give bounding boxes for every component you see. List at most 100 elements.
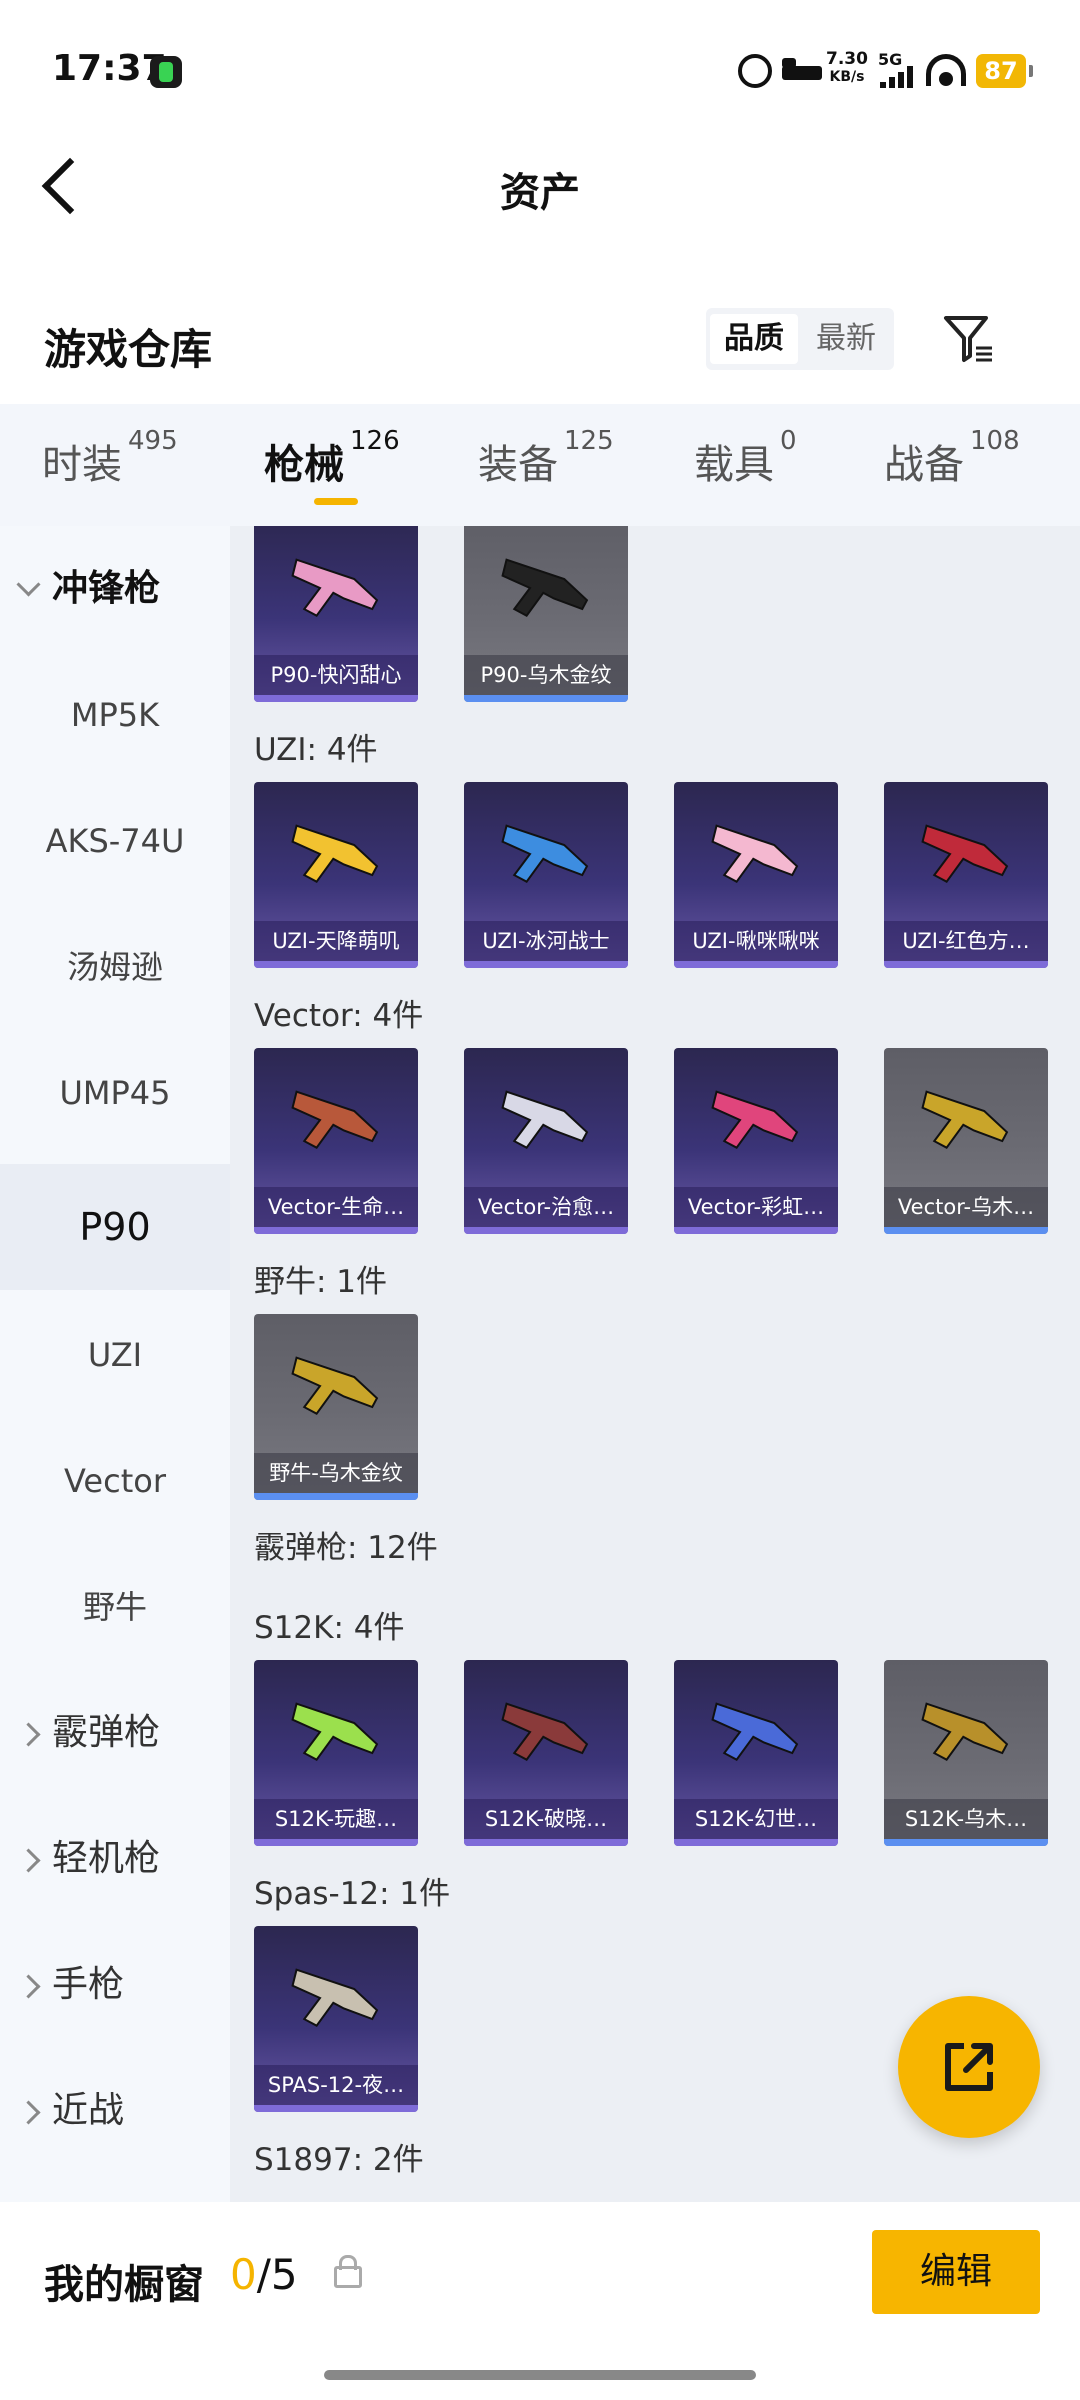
rarity-bar — [254, 961, 418, 968]
net-speed-unit: KB/s — [829, 69, 865, 85]
rarity-bar — [464, 1839, 628, 1846]
edit-button[interactable]: 编辑 — [872, 2230, 1040, 2314]
skin-name: UZI-天降萌叽 — [254, 921, 418, 961]
share-button[interactable] — [898, 1996, 1040, 2138]
tab-label: 战备 — [884, 442, 964, 488]
skin-name: S12K-破晓… — [464, 1799, 628, 1839]
showcase-current: 0 — [230, 2250, 257, 2299]
weapon-skin-image — [291, 1356, 379, 1415]
rarity-bar — [254, 1227, 418, 1234]
section-label: 野牛: 1件 — [254, 1264, 388, 1300]
sidebar-item-p90[interactable]: P90 — [0, 1164, 230, 1290]
tab-count: 495 — [128, 426, 178, 456]
sidebar-group-melee[interactable]: 近战 — [0, 2048, 230, 2174]
sidebar-item-bizon[interactable]: 野牛 — [0, 1544, 230, 1670]
sidebar-item-mp5k[interactable]: MP5K — [0, 652, 230, 778]
share-icon — [945, 2043, 993, 2091]
tab-fashion[interactable]: 时装495 — [42, 426, 178, 490]
skin-card[interactable]: SPAS-12-夜… — [254, 1926, 418, 2112]
skin-card[interactable]: S12K-幻世… — [674, 1660, 838, 1846]
sort-toggle: 品质 最新 — [706, 308, 894, 370]
home-indicator — [324, 2370, 756, 2380]
sidebar-item-vector[interactable]: Vector — [0, 1418, 230, 1544]
weapon-skin-image — [711, 1702, 799, 1761]
tab-equipment[interactable]: 装备125 — [478, 426, 614, 490]
rarity-bar — [254, 1493, 418, 1500]
skin-card[interactable]: UZI-天降萌叽 — [254, 782, 418, 968]
sidebar-item-thompson[interactable]: 汤姆逊 — [0, 904, 230, 1030]
section-label: S1897: 2件 — [254, 2142, 424, 2178]
net-speed: 7.30 KB/s — [826, 50, 868, 86]
skin-name: Vector-乌木… — [884, 1187, 1048, 1227]
rarity-bar — [464, 1227, 628, 1234]
weapon-skin-image — [921, 1702, 1009, 1761]
weapon-skin-image — [291, 1702, 379, 1761]
skin-name: UZI-冰河战士 — [464, 921, 628, 961]
section-label: S12K: 4件 — [254, 1610, 405, 1646]
page-title: 资产 — [500, 170, 580, 216]
skin-card[interactable]: P90-快闪甜心 — [254, 526, 418, 702]
skin-card[interactable]: S12K-破晓… — [464, 1660, 628, 1846]
rarity-bar — [674, 1227, 838, 1234]
skin-name: Vector-彩虹… — [674, 1187, 838, 1227]
chevron-right-icon — [16, 1848, 41, 1873]
skin-card[interactable]: Vector-治愈… — [464, 1048, 628, 1234]
filter-icon — [944, 316, 992, 362]
rarity-bar — [254, 695, 418, 702]
skin-name: S12K-乌木… — [884, 1799, 1048, 1839]
sort-newest-option[interactable]: 最新 — [802, 314, 890, 364]
rarity-bar — [674, 1839, 838, 1846]
skin-card[interactable]: Vector-生命… — [254, 1048, 418, 1234]
sidebar-item-label: 近战 — [52, 2090, 125, 2131]
tab-supplies[interactable]: 战备108 — [884, 426, 1020, 490]
rarity-bar — [674, 961, 838, 968]
skin-name: UZI-红色方… — [884, 921, 1048, 961]
skin-name: S12K-玩趣… — [254, 1799, 418, 1839]
chevron-right-icon — [16, 1722, 41, 1747]
showcase-total: /5 — [256, 2250, 298, 2299]
tab-firearms[interactable]: 枪械126 — [264, 426, 400, 490]
rarity-bar — [254, 1839, 418, 1846]
sidebar-group-smg[interactable]: 冲锋枪 — [0, 526, 230, 652]
sidebar-group-pistol[interactable]: 手枪 — [0, 1922, 230, 2048]
skin-name: UZI-啾咪啾咪 — [674, 921, 838, 961]
sidebar-item-label: 手枪 — [52, 1964, 125, 2005]
skin-card[interactable]: UZI-冰河战士 — [464, 782, 628, 968]
filter-button[interactable] — [940, 310, 1000, 370]
skin-card[interactable]: S12K-乌木… — [884, 1660, 1048, 1846]
weapon-skin-image — [291, 1090, 379, 1149]
section-label: Vector: 4件 — [254, 998, 424, 1034]
sidebar-item-label: 轻机枪 — [52, 1838, 161, 1879]
weapon-skin-image — [291, 824, 379, 883]
skin-name: Vector-治愈… — [464, 1187, 628, 1227]
weapon-skin-image — [501, 1090, 589, 1149]
sidebar-group-shotgun[interactable]: 霰弹枪 — [0, 1670, 230, 1796]
tab-label: 枪械 — [264, 442, 344, 488]
chevron-down-icon — [16, 572, 41, 597]
app-notification-icon — [150, 56, 182, 88]
tab-count: 108 — [970, 426, 1020, 456]
sidebar-item-ump45[interactable]: UMP45 — [0, 1030, 230, 1156]
skin-card[interactable]: Vector-彩虹… — [674, 1048, 838, 1234]
skin-card[interactable]: UZI-红色方… — [884, 782, 1048, 968]
skin-card[interactable]: 野牛-乌木金纹 — [254, 1314, 418, 1500]
section-label: UZI: 4件 — [254, 732, 378, 768]
weapon-skin-image — [291, 1968, 379, 2027]
skin-card[interactable]: P90-乌木金纹 — [464, 526, 628, 702]
net-speed-value: 7.30 — [826, 49, 868, 69]
wifi-icon — [926, 54, 966, 86]
warehouse-title: 游戏仓库 — [44, 325, 213, 374]
sidebar-item-label: 冲锋枪 — [52, 568, 161, 609]
skin-card[interactable]: UZI-啾咪啾咪 — [674, 782, 838, 968]
section-label: 霰弹枪: 12件 — [254, 1530, 438, 1566]
sidebar-item-aks74u[interactable]: AKS-74U — [0, 778, 230, 904]
showcase-label: 我的橱窗 — [44, 2262, 204, 2308]
skin-card[interactable]: Vector-乌木… — [884, 1048, 1048, 1234]
sidebar-group-lmg[interactable]: 轻机枪 — [0, 1796, 230, 1922]
skin-card[interactable]: S12K-玩趣… — [254, 1660, 418, 1846]
sort-quality-option[interactable]: 品质 — [710, 314, 798, 364]
sidebar-item-uzi[interactable]: UZI — [0, 1292, 230, 1418]
skin-name: SPAS-12-夜… — [254, 2065, 418, 2105]
lock-icon — [334, 2255, 362, 2288]
tab-vehicles[interactable]: 载具0 — [694, 426, 797, 490]
